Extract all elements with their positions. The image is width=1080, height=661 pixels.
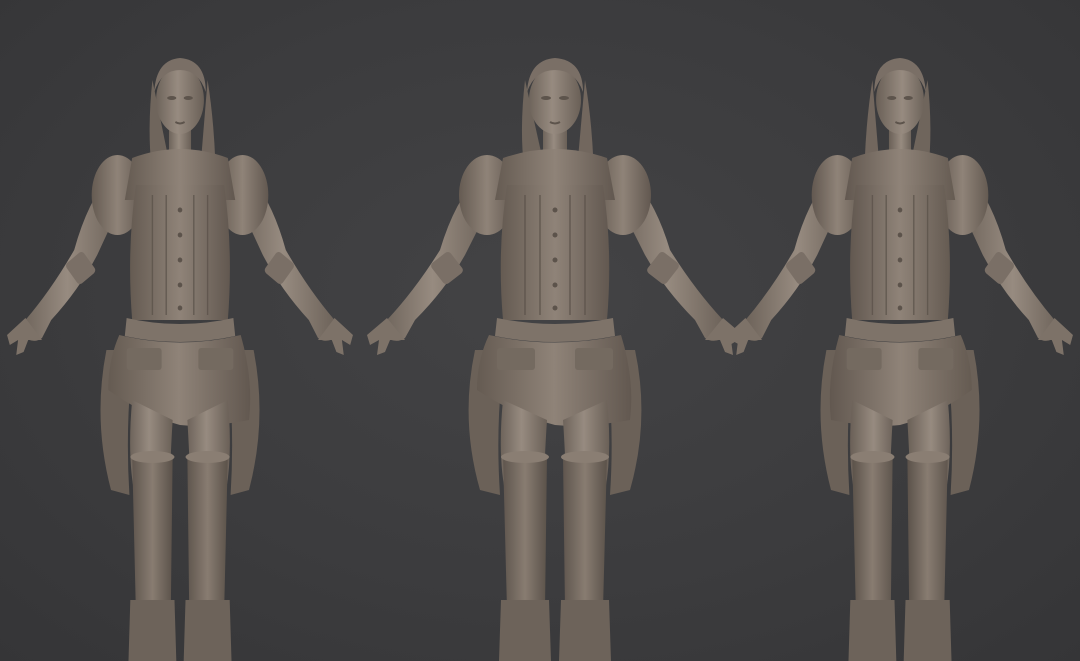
- sculpt-model-front[interactable]: [366, 57, 744, 661]
- sculpt-canvas[interactable]: [0, 0, 1080, 661]
- sculpt-model-three-quarter-right[interactable]: [6, 57, 354, 661]
- sculpt-viewport[interactable]: [0, 0, 1080, 661]
- sculpt-model-three-quarter-left[interactable]: [726, 57, 1074, 661]
